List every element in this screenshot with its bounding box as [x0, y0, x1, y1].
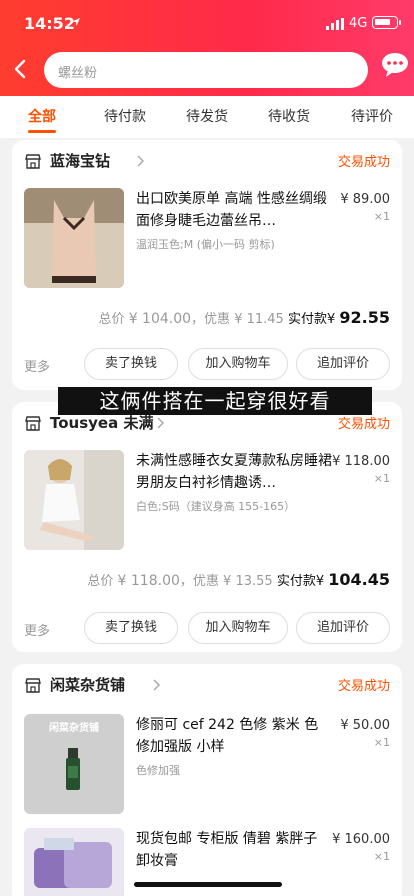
product-price: ¥ 50.00	[340, 718, 390, 733]
home-indicator[interactable]	[134, 882, 282, 887]
location-arrow-icon	[72, 18, 80, 26]
back-arrow-icon[interactable]	[10, 58, 32, 80]
chevron-right-icon	[157, 417, 165, 429]
paid-currency: ¥	[326, 312, 336, 327]
paid-label: 实付款	[287, 312, 327, 327]
shop-name: 闲菜杂货铺	[50, 676, 126, 694]
tab-pending-receipt[interactable]: 待收货	[268, 106, 310, 126]
order-status: 交易成功	[337, 155, 390, 170]
order-tabs: 全部 待付款 待发货 待收货 待评价	[0, 96, 414, 138]
total-amount: ¥ 118.00	[117, 573, 180, 589]
product-price: ¥ 160.00	[332, 832, 390, 847]
more-button[interactable]: 更多	[24, 356, 50, 375]
order-card: 蓝海宝钻 交易成功 出口欧美原单 高端 性感丝绸缎面修身睫毛边蕾丝吊… 温润玉色…	[12, 140, 402, 390]
chevron-right-icon	[153, 679, 161, 691]
more-button[interactable]: 更多	[24, 620, 50, 639]
add-review-button[interactable]: 追加评价	[296, 612, 390, 644]
store-icon	[25, 416, 41, 431]
total-amount: ¥ 104.00	[128, 311, 192, 327]
network-label: 4G	[349, 16, 368, 31]
product-quantity: ×1	[373, 736, 390, 749]
product-quantity: ×1	[373, 472, 390, 485]
resell-button[interactable]: 卖了换钱	[84, 612, 178, 644]
tab-active-indicator	[28, 130, 56, 133]
order-status: 交易成功	[337, 679, 390, 694]
product-title[interactable]: 出口欧美原单 高端 性感丝绸缎面修身睫毛边蕾丝吊…	[136, 188, 332, 232]
product-thumbnail[interactable]	[24, 828, 124, 896]
chat-bubble-icon[interactable]	[380, 52, 410, 78]
discount-label: ，优惠	[179, 574, 219, 589]
product-thumbnail[interactable]: 闲菜杂货铺	[24, 714, 124, 814]
search-input[interactable]: 螺丝粉	[44, 52, 368, 88]
shop-name: 蓝海宝钻	[50, 152, 111, 170]
product-sku: 温润玉色;M (偏小一码 剪标)	[136, 238, 275, 251]
add-to-cart-button[interactable]: 加入购物车	[188, 348, 288, 380]
paid-amount: 104.45	[328, 570, 390, 589]
total-label: 总价	[87, 574, 114, 589]
paid-label: 实付款	[276, 574, 316, 589]
tab-pending-review[interactable]: 待评价	[351, 106, 393, 126]
status-bar: 14:52 4G	[0, 0, 414, 44]
discount-amount: ¥ 13.55	[223, 574, 273, 589]
order-card: Tousyea 未满 交易成功 未满性感睡衣女夏薄款私房睡裙男朋友白衬衫情趣诱……	[12, 402, 402, 652]
add-to-cart-button[interactable]: 加入购物车	[188, 612, 288, 644]
tab-all[interactable]: 全部	[28, 106, 56, 126]
paid-amount: 92.55	[339, 308, 390, 327]
add-review-button[interactable]: 追加评价	[296, 348, 390, 380]
video-caption: 这俩件搭在一起穿很好看	[58, 387, 372, 415]
shop-name: Tousyea 未满	[50, 414, 154, 432]
order-status: 交易成功	[337, 417, 390, 432]
product-thumbnail[interactable]	[24, 450, 124, 550]
discount-amount: ¥ 11.45	[234, 312, 284, 327]
chevron-right-icon	[137, 155, 145, 167]
total-label: 总价	[98, 312, 125, 327]
product-sku: 色修加强	[136, 764, 180, 777]
product-price: ¥ 118.00	[332, 454, 390, 469]
battery-icon	[372, 16, 401, 29]
product-title[interactable]: 未满性感睡衣女夏薄款私房睡裙男朋友白衬衫情趣诱…	[136, 450, 332, 494]
header-bar: 14:52 4G 螺丝粉	[0, 0, 414, 96]
product-title[interactable]: 现货包邮 专柜版 倩碧 紫胖子 卸妆膏	[136, 828, 332, 872]
search-placeholder: 螺丝粉	[58, 66, 98, 81]
product-quantity: ×1	[373, 210, 390, 223]
discount-label: ，优惠	[191, 312, 231, 327]
status-time: 14:52	[24, 14, 75, 33]
order-card: 闲菜杂货铺 交易成功 闲菜杂货铺 修丽可 cef 242 色修 紫米 色修加强版…	[12, 664, 402, 896]
store-icon	[25, 154, 41, 169]
product-sku: 白色;S码（建议身高 155-165）	[136, 500, 296, 513]
product-price: ¥ 89.00	[340, 192, 390, 207]
store-icon	[25, 678, 41, 693]
order-total: 总价 ¥ 104.00，优惠 ¥ 11.45 实付款¥ 92.55	[99, 308, 390, 327]
paid-currency: ¥	[315, 574, 325, 589]
resell-button[interactable]: 卖了换钱	[84, 348, 178, 380]
product-quantity: ×1	[373, 850, 390, 863]
order-total: 总价 ¥ 118.00，优惠 ¥ 13.55 实付款¥ 104.45	[87, 570, 390, 589]
signal-icon	[326, 18, 344, 30]
tab-pending-payment[interactable]: 待付款	[104, 106, 146, 126]
product-thumbnail[interactable]	[24, 188, 124, 288]
product-title[interactable]: 修丽可 cef 242 色修 紫米 色修加强版 小样	[136, 714, 332, 758]
tab-pending-shipment[interactable]: 待发货	[186, 106, 228, 126]
